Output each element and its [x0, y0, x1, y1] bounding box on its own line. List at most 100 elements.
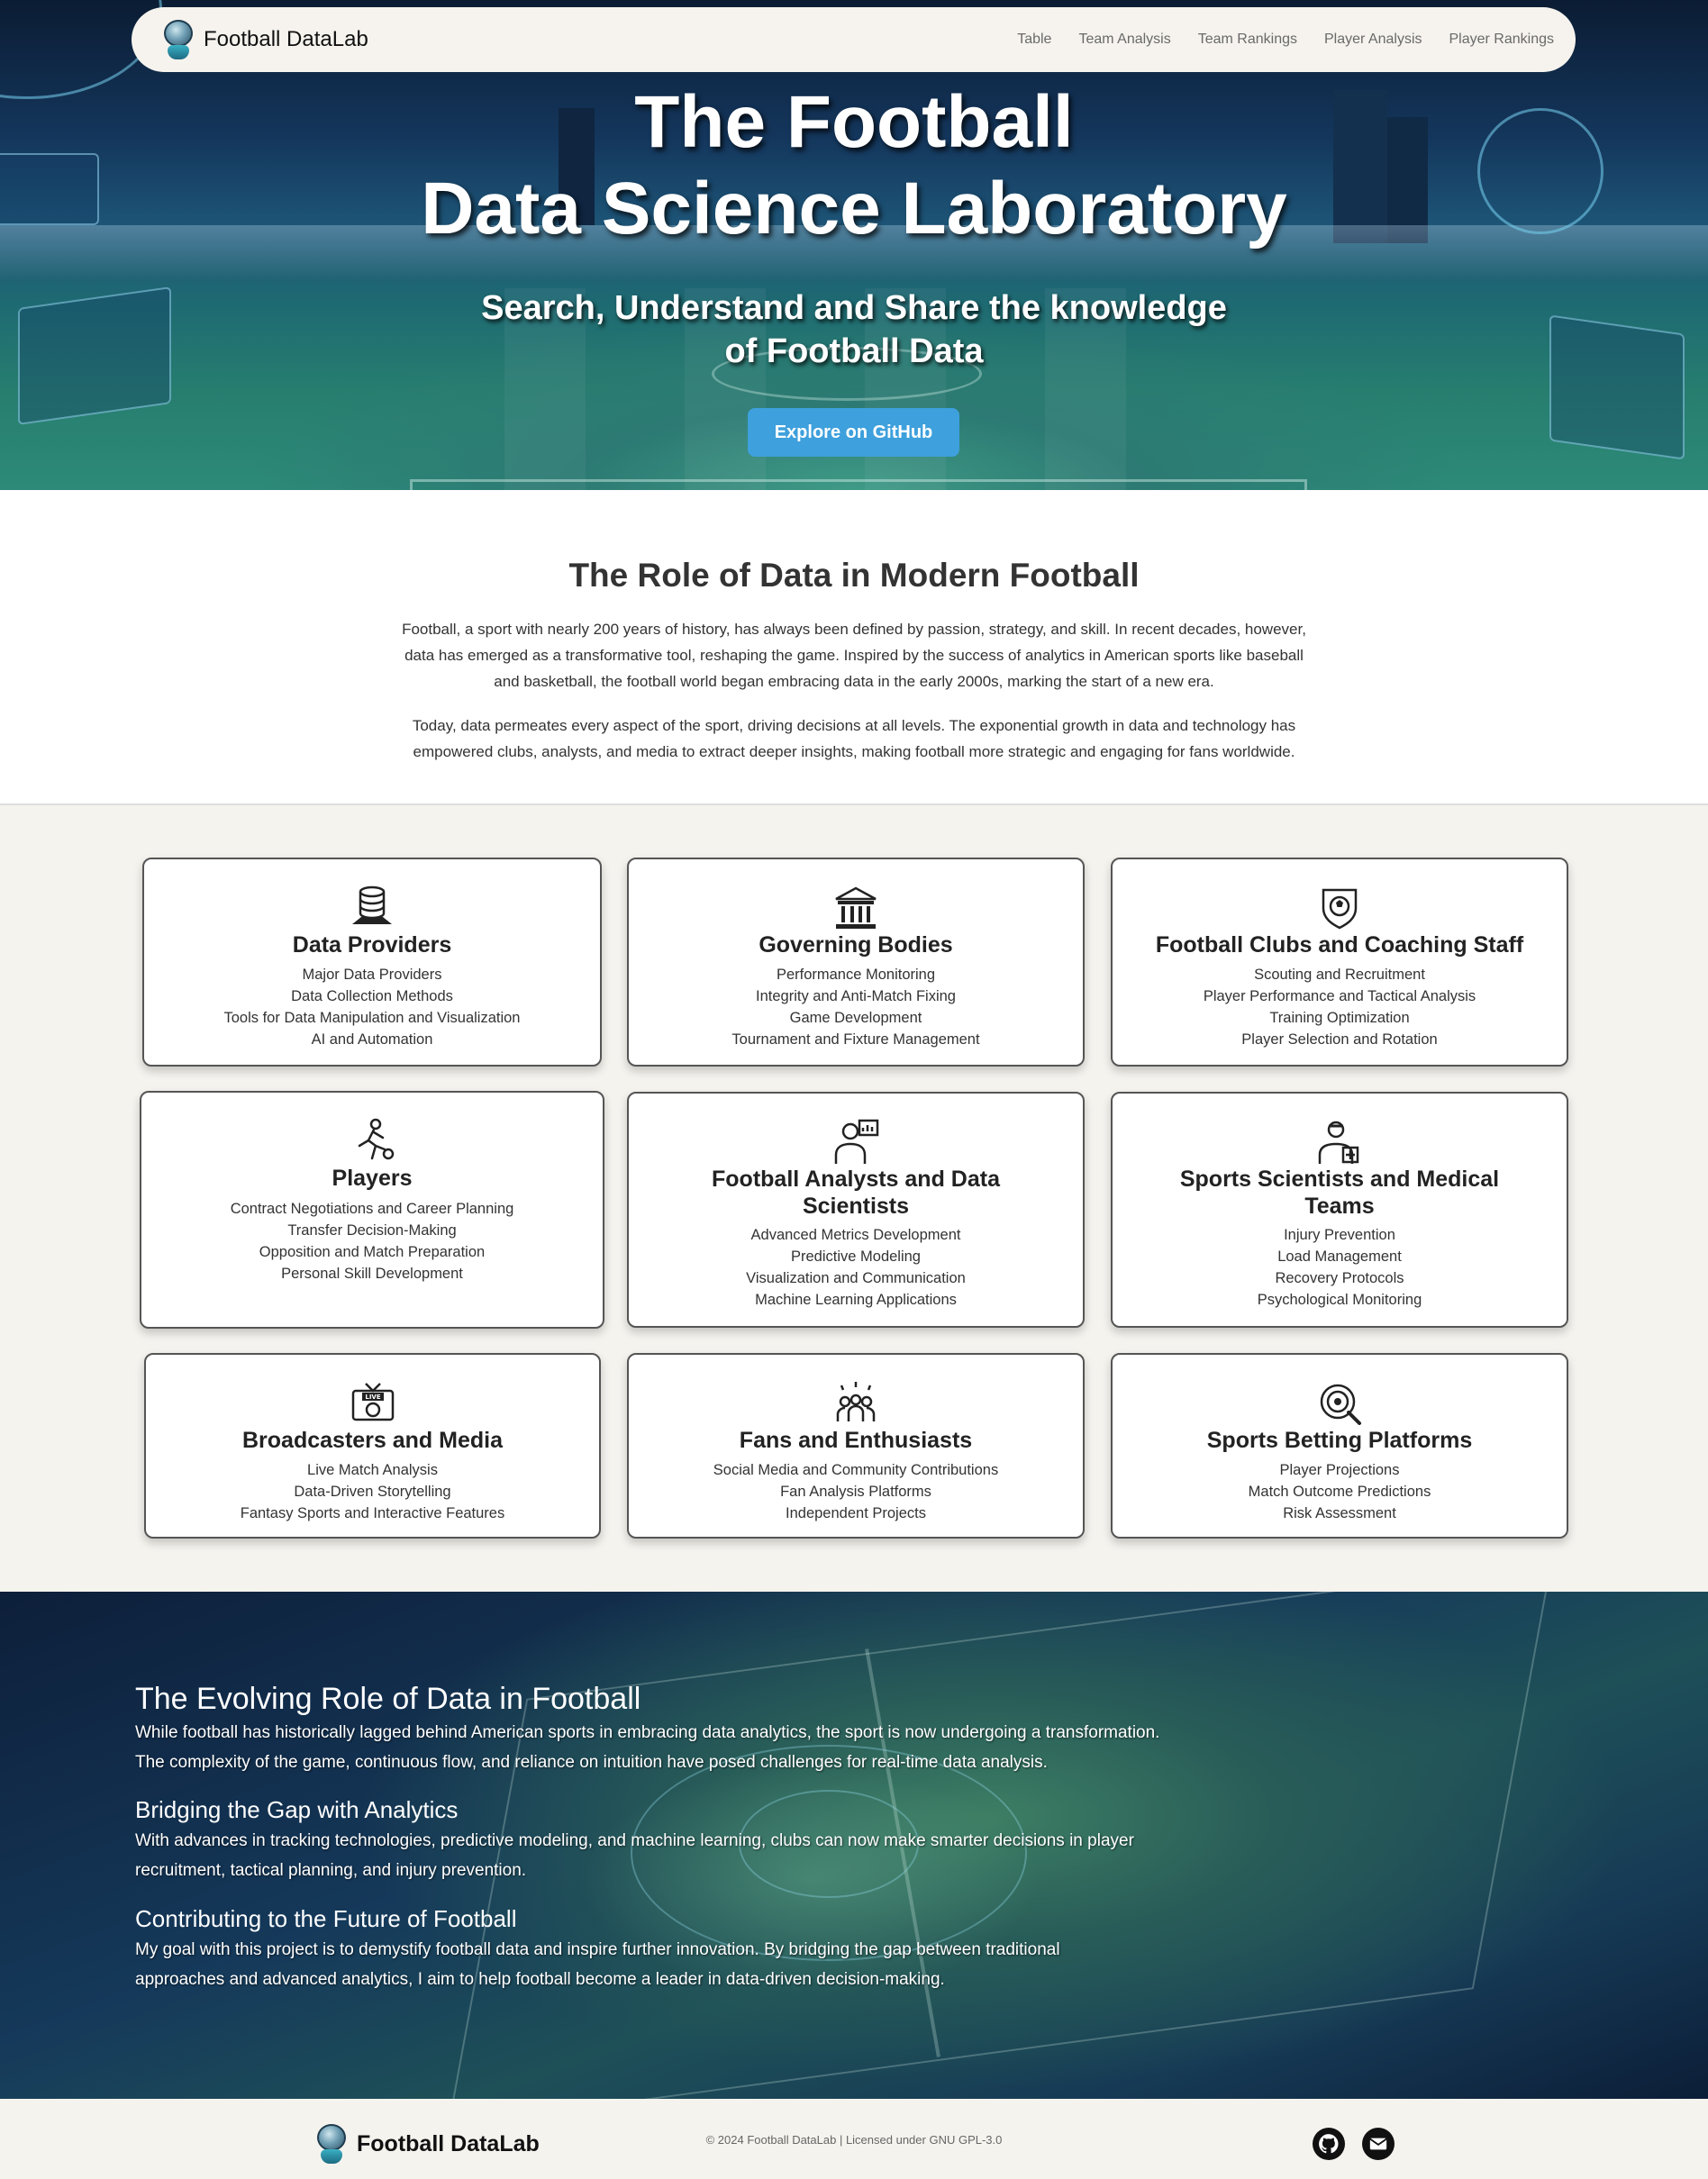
card-list-item: Player Projections [1279, 1462, 1400, 1478]
card-list-item: Tools for Data Manipulation and Visualiz… [223, 1010, 521, 1026]
card-list-item: Visualization and Communication [746, 1270, 966, 1286]
card-list-item: Predictive Modeling [791, 1248, 921, 1265]
card-list: Scouting and Recruitment Player Performa… [1113, 964, 1567, 1050]
card-list-item: Scouting and Recruitment [1254, 967, 1425, 983]
robot-logo-icon [162, 18, 195, 61]
analyst-icon [834, 1119, 879, 1164]
explore-github-button[interactable]: Explore on GitHub [748, 408, 959, 457]
hero-title-line: Data Science Laboratory [421, 168, 1287, 250]
card-clubs-coaching[interactable]: Football Clubs and Coaching Staff Scouti… [1111, 858, 1568, 1067]
hero-subtitle-line: Search, Understand and Share the knowled… [481, 289, 1227, 327]
card-analysts-scientists[interactable]: Football Analysts and Data Scientists Ad… [627, 1092, 1085, 1328]
nav-link-team-analysis[interactable]: Team Analysis [1078, 32, 1170, 48]
card-list-item: Performance Monitoring [776, 967, 936, 983]
card-title: Broadcasters and Media [242, 1428, 503, 1453]
card-title: Players [332, 1166, 413, 1191]
card-list-item: Fan Analysis Platforms [780, 1484, 931, 1500]
card-list: Contract Negotiations and Career Plannin… [141, 1198, 603, 1285]
card-list-item: Machine Learning Applications [755, 1292, 957, 1308]
card-governing-bodies[interactable]: Governing Bodies Performance Monitoring … [627, 858, 1085, 1067]
card-list-item: Personal Skill Development [281, 1266, 463, 1282]
github-icon[interactable] [1313, 2128, 1345, 2160]
nav-link-team-rankings[interactable]: Team Rankings [1198, 32, 1297, 48]
card-list-item: Injury Prevention [1284, 1227, 1395, 1243]
card-list-item: Tournament and Fixture Management [731, 1031, 980, 1048]
brand-name: Football DataLab [204, 27, 368, 51]
card-list-item: Training Optimization [1269, 1010, 1410, 1026]
card-list-item: Player Performance and Tactical Analysis [1203, 988, 1476, 1004]
pitch-line [410, 479, 1307, 490]
evolve-paragraph: My goal with this project is to demystif… [135, 1940, 1060, 1989]
card-title: Football Clubs and Coaching Staff [1155, 932, 1524, 958]
fans-icon [836, 1382, 876, 1421]
live-tv-icon: LIVE [351, 1383, 394, 1421]
card-players[interactable]: Players Contract Negotiations and Career… [140, 1091, 604, 1329]
evolve-heading: The Evolving Role of Data in Football [135, 1682, 641, 1716]
card-list: Injury Prevention Load Management Recove… [1113, 1224, 1567, 1311]
hero-subtitle-line: of Football Data [724, 332, 984, 370]
copyright-text: © 2024 Football DataLab | Licensed under… [705, 2133, 1003, 2147]
card-sports-medical[interactable]: Sports Scientists and Medical Teams Inju… [1111, 1092, 1568, 1328]
card-title: Football Analysts and Data Scientists [712, 1167, 1000, 1219]
email-icon[interactable] [1362, 2128, 1395, 2160]
card-list-item: Social Media and Community Contributions [713, 1462, 999, 1478]
card-title: Fans and Enthusiasts [739, 1428, 973, 1453]
evolve-paragraph: With advances in tracking technologies, … [135, 1831, 1134, 1880]
top-navbar: Football DataLab Table Team Analysis Tea… [132, 7, 1576, 72]
card-list-item: Fantasy Sports and Interactive Features [240, 1505, 505, 1521]
club-crest-icon [1322, 888, 1358, 930]
card-list-item: Transfer Decision-Making [287, 1222, 457, 1239]
evolve-subheading: Bridging the Gap with Analytics [135, 1796, 459, 1823]
hero-subtitle: Search, Understand and Share the knowled… [0, 286, 1708, 373]
card-list-item: Opposition and Match Preparation [259, 1244, 486, 1260]
card-title: Governing Bodies [759, 932, 953, 958]
evolving-role-section: The Evolving Role of Data in Football Wh… [0, 1592, 1708, 2099]
card-list-item: Contract Negotiations and Career Plannin… [230, 1201, 514, 1217]
card-list-item: Data-Driven Storytelling [294, 1484, 451, 1500]
card-list: Live Match Analysis Data-Driven Storytel… [146, 1459, 599, 1524]
nav-link-player-rankings[interactable]: Player Rankings [1449, 32, 1555, 48]
card-data-providers[interactable]: Data Providers Major Data Providers Data… [142, 858, 602, 1067]
card-list: Social Media and Community Contributions… [629, 1459, 1083, 1524]
card-list-item: Risk Assessment [1283, 1505, 1396, 1521]
card-list-item: Recovery Protocols [1275, 1270, 1404, 1286]
intro-paragraph: Football, a sport with nearly 200 years … [402, 621, 1306, 690]
svg-text:LIVE: LIVE [365, 1394, 380, 1401]
card-list-item: Game Development [789, 1010, 922, 1026]
card-list-item: Psychological Monitoring [1257, 1292, 1422, 1308]
card-list-item: Major Data Providers [302, 967, 442, 983]
card-broadcasters-media[interactable]: LIVE Broadcasters and Media Live Match A… [144, 1353, 601, 1539]
intro-section: The Role of Data in Modern Football Foot… [0, 490, 1708, 805]
card-list-item: Player Selection and Rotation [1241, 1031, 1438, 1048]
card-fans-enthusiasts[interactable]: Fans and Enthusiasts Social Media and Co… [627, 1353, 1085, 1539]
card-list: Performance Monitoring Integrity and Ant… [629, 964, 1083, 1050]
betting-target-icon [1320, 1384, 1361, 1425]
hero-title: The Football Data Science Laboratory [0, 79, 1708, 252]
card-list-item: Load Management [1277, 1248, 1402, 1265]
card-list-item: Match Outcome Predictions [1248, 1484, 1431, 1500]
card-list-item: Integrity and Anti-Match Fixing [756, 988, 956, 1004]
card-list-item: AI and Automation [311, 1031, 433, 1048]
card-list-item: Live Match Analysis [307, 1462, 438, 1478]
card-list: Major Data Providers Data Collection Met… [144, 964, 600, 1050]
evolve-subheading: Contributing to the Future of Football [135, 1905, 517, 1932]
nav-link-player-analysis[interactable]: Player Analysis [1324, 32, 1422, 48]
card-sports-betting[interactable]: Sports Betting Platforms Player Projecti… [1111, 1353, 1568, 1539]
section-heading: The Role of Data in Modern Football [568, 557, 1140, 594]
medical-staff-icon [1318, 1121, 1359, 1164]
card-list-item: Independent Projects [786, 1505, 926, 1521]
nav-links: Table Team Analysis Team Rankings Player… [990, 32, 1554, 48]
evolve-paragraph: While football has historically lagged b… [135, 1723, 1160, 1772]
nav-link-table[interactable]: Table [1017, 32, 1051, 48]
institution-icon [835, 886, 877, 929]
card-list-item: Advanced Metrics Development [750, 1227, 961, 1243]
hero-title-line: The Football [634, 81, 1074, 163]
card-title: Data Providers [292, 932, 452, 958]
intro-paragraph: Today, data permeates every aspect of th… [412, 717, 1296, 760]
card-list: Player Projections Match Outcome Predict… [1113, 1459, 1567, 1524]
card-list-item: Data Collection Methods [291, 988, 453, 1004]
page-footer: Football DataLab © 2024 Football DataLab… [0, 2108, 1708, 2179]
card-title: Sports Betting Platforms [1206, 1428, 1473, 1453]
brand-logo-link[interactable]: Football DataLab [162, 18, 368, 61]
player-kicking-icon [358, 1118, 395, 1160]
